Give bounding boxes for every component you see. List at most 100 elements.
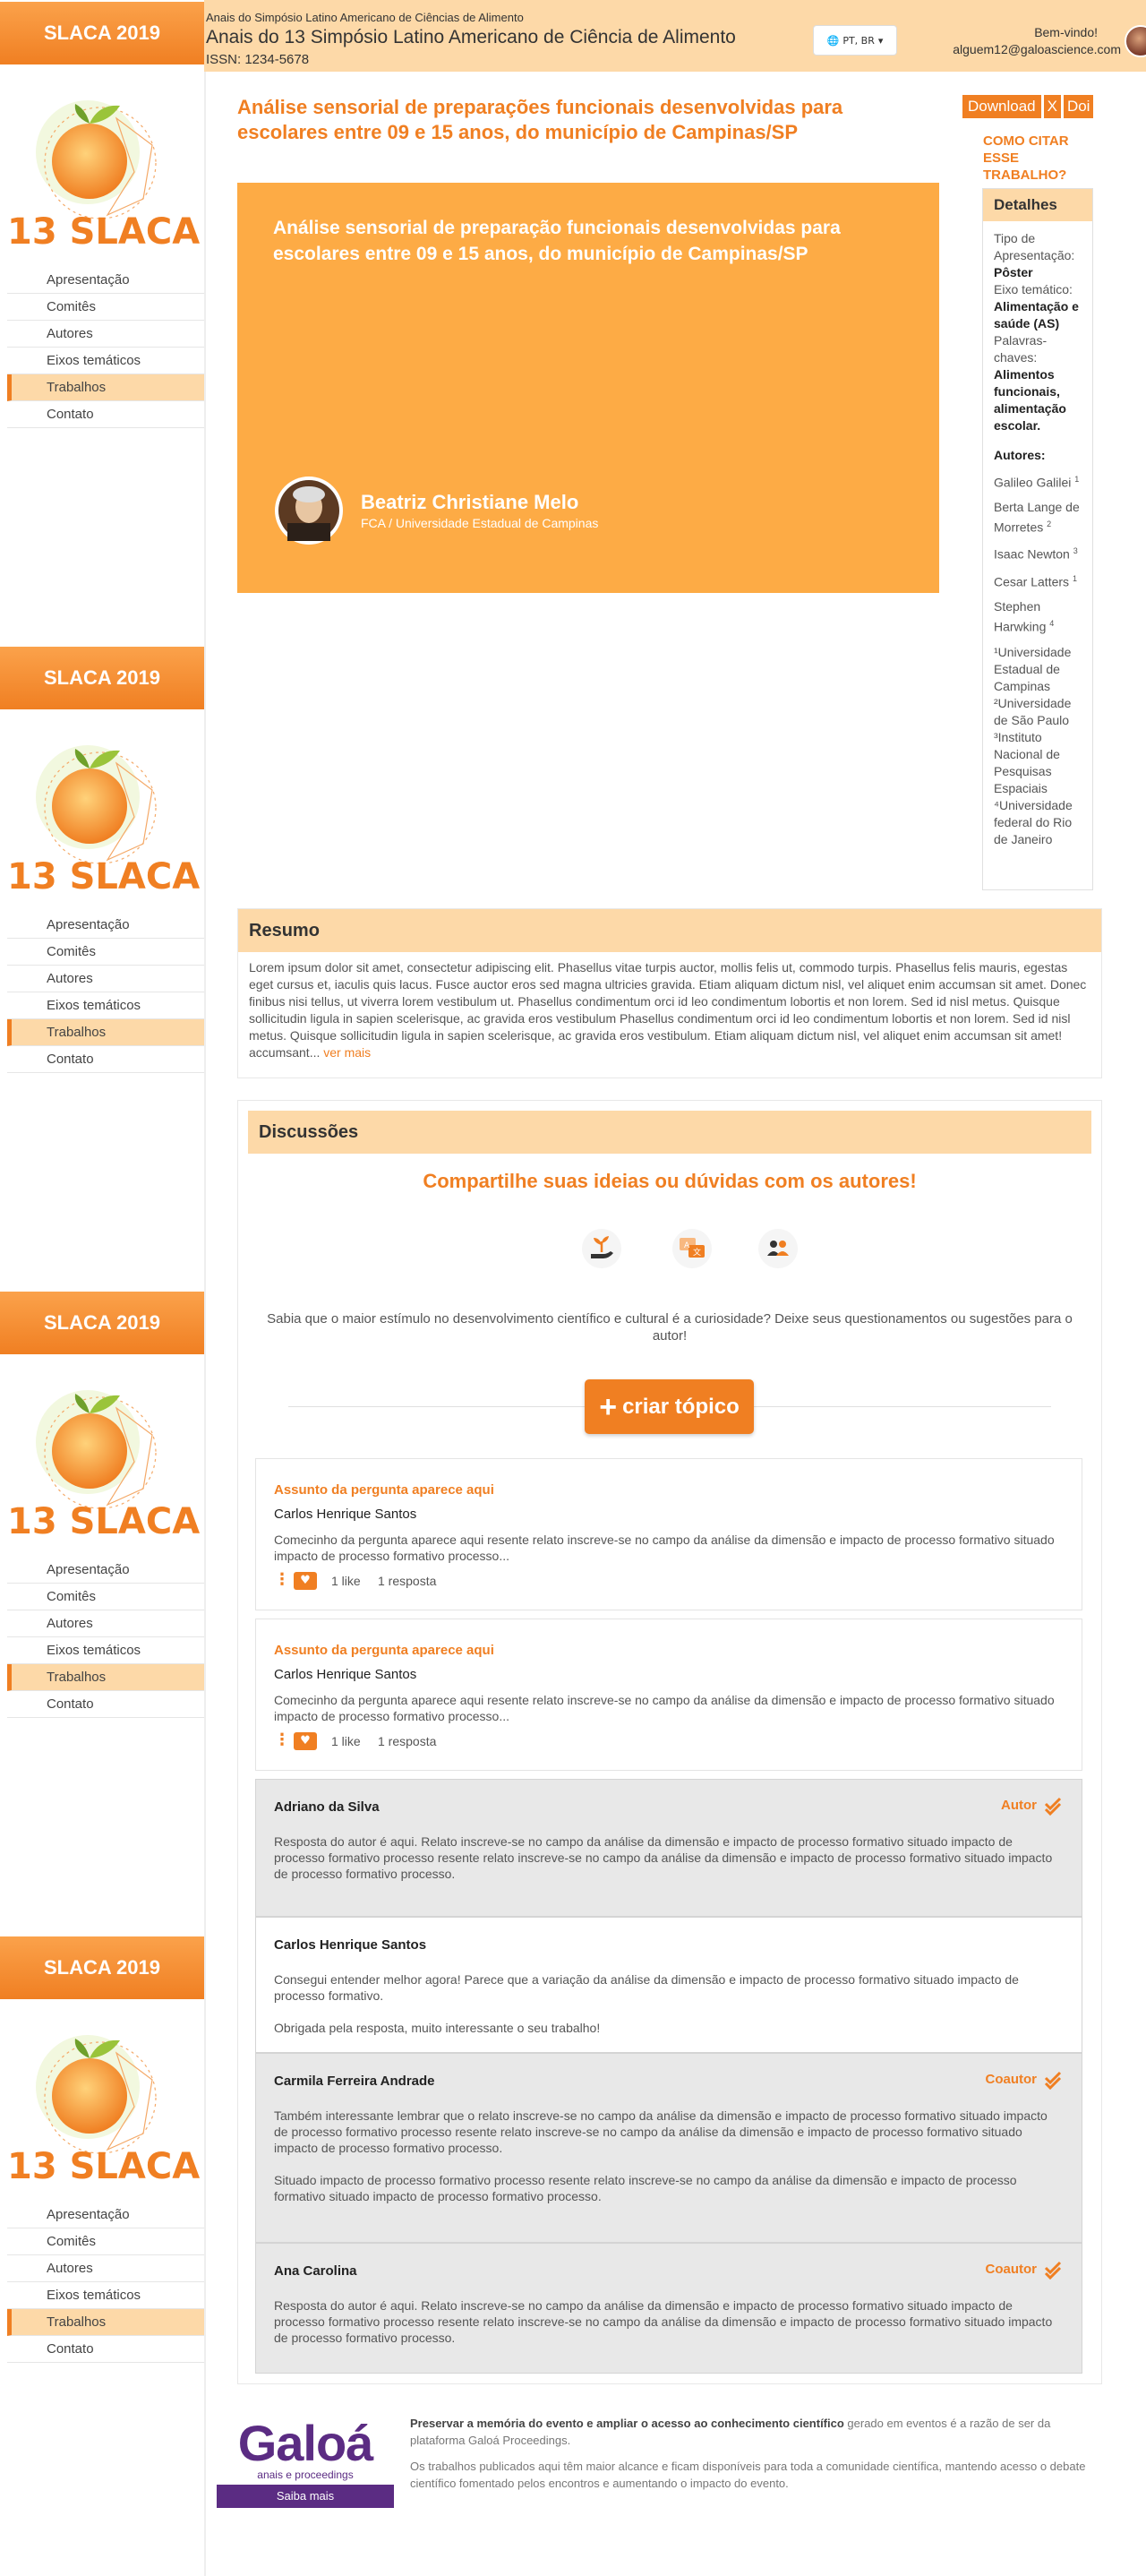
- question-subject[interactable]: Assunto da pergunta aparece aqui: [274, 1482, 494, 1498]
- answer-role: Coautor: [985, 2072, 1038, 2087]
- more-options-icon[interactable]: ⋮: [274, 1572, 290, 1588]
- answer-role: Autor: [1001, 1798, 1037, 1813]
- sidebar-item[interactable]: Autores: [7, 1610, 204, 1637]
- author-item[interactable]: Cesar Latters 1: [994, 571, 1082, 591]
- sidebar-banner: SLACA 2019: [0, 647, 204, 709]
- sidebar-item[interactable]: Eixos temáticos: [7, 1637, 204, 1664]
- paper-card: Análise sensorial de preparação funciona…: [237, 183, 939, 593]
- sidebar-item[interactable]: Contato: [7, 2336, 204, 2363]
- question-author: Carlos Henrique Santos: [274, 1667, 417, 1682]
- abstract-title: Resumo: [238, 909, 1101, 952]
- author-item[interactable]: Isaac Newton 3: [994, 543, 1082, 563]
- sidebar-item[interactable]: Contato: [7, 1691, 204, 1718]
- author-item[interactable]: Berta Lange de Morretes 2: [994, 499, 1082, 537]
- sidebar-item[interactable]: Apresentação: [7, 2202, 204, 2228]
- slaca-logo: 13 SLACA: [0, 64, 204, 262]
- author-name-text: Berta Lange de Morretes: [994, 499, 1080, 535]
- sidebar-item[interactable]: Trabalhos: [7, 374, 204, 401]
- abstract-text: Lorem ipsum dolor sit amet, consectetur …: [249, 960, 1087, 1060]
- sidebar-item[interactable]: Trabalhos: [7, 1019, 204, 1046]
- question-subject[interactable]: Assunto da pergunta aparece aqui: [274, 1643, 494, 1658]
- sidebar-nav: Apresentação Comitês Autores Eixos temático…: [0, 912, 204, 1073]
- sidebar-item[interactable]: Apresentação: [7, 267, 204, 294]
- author-sup: 3: [1073, 546, 1078, 556]
- like-heart-icon[interactable]: ♥: [294, 1732, 317, 1750]
- author-item[interactable]: Stephen Harwking 4: [994, 598, 1082, 636]
- plus-icon: +: [599, 1389, 618, 1424]
- sidebar-item[interactable]: Comitês: [7, 2228, 204, 2255]
- question-card[interactable]: Assunto da pergunta aparece aqui Carlos …: [255, 1619, 1082, 1771]
- footer-text-2: Os trabalhos publicados aqui têm maior a…: [410, 2460, 1086, 2490]
- download-button[interactable]: Download: [962, 95, 1041, 118]
- answer-paragraph: Resposta do autor é aqui. Relato inscrev…: [274, 1834, 1053, 1881]
- sidebar-item[interactable]: Eixos temáticos: [7, 348, 204, 374]
- answer-role: Coautor: [985, 2262, 1038, 2277]
- sidebar-item[interactable]: Comitês: [7, 294, 204, 321]
- question-card[interactable]: Assunto da pergunta aparece aqui Carlos …: [255, 1458, 1082, 1610]
- reply-count[interactable]: 1 resposta: [378, 1734, 436, 1748]
- author-sup: 2: [1047, 519, 1052, 528]
- answer-paragraph: Resposta do autor é aqui. Relato inscrev…: [274, 2298, 1053, 2345]
- answer-paragraph: Também interessante lembrar que o relato…: [274, 2108, 1048, 2155]
- issn-text: ISSN: 1234-5678: [206, 52, 310, 67]
- x-button[interactable]: X: [1043, 95, 1061, 118]
- discussion-intro: Sabia que o maior estímulo no desenvolvi…: [267, 1311, 1073, 1344]
- language-selector[interactable]: 🌐 PT, BR ▾: [813, 25, 897, 56]
- slaca-logo: 13 SLACA: [0, 1354, 204, 1551]
- cite-link[interactable]: COMO CITAR ESSE TRABALHO?: [983, 133, 1082, 184]
- answer-paragraph: Situado impacto de processo formativo pr…: [274, 2173, 1017, 2203]
- sidebar-item[interactable]: Autores: [7, 2255, 204, 2282]
- keywords-value: Alimentos funcionais, alimentação escola…: [994, 367, 1066, 433]
- sidebar-item[interactable]: Eixos temáticos: [7, 992, 204, 1019]
- more-options-icon[interactable]: ⋮: [274, 1732, 290, 1748]
- answer-author: Carlos Henrique Santos: [274, 1937, 427, 1953]
- affiliation-item: ³Instituto Nacional de Pesquisas Espacia…: [994, 730, 1060, 796]
- sidebar: SLACA 2019 13 SLACA Apresentação Comitês A…: [0, 2, 204, 428]
- answer-author: Carmila Ferreira Andrade: [274, 2074, 435, 2089]
- sidebar-item[interactable]: Comitês: [7, 939, 204, 966]
- sidebar-item[interactable]: Eixos temáticos: [7, 2282, 204, 2309]
- affiliation-item: ¹Universidade Estadual de Campinas: [994, 645, 1072, 694]
- like-count: 1 like: [331, 1734, 361, 1748]
- answer-paragraph: Consegui entender melhor agora! Parece q…: [274, 1972, 1019, 2003]
- answer-card: Ana Carolina Coautor Resposta do autor é…: [255, 2243, 1082, 2374]
- user-avatar[interactable]: [1125, 25, 1146, 57]
- translate-chat-icon: A文: [672, 1229, 712, 1268]
- author-sup: 1: [1072, 573, 1077, 583]
- presentation-type-value: Pôster: [994, 265, 1033, 279]
- reply-count[interactable]: 1 resposta: [378, 1574, 436, 1588]
- author-avatar: [275, 477, 343, 545]
- sidebar-item[interactable]: Apresentação: [7, 912, 204, 939]
- sidebar-item[interactable]: Contato: [7, 401, 204, 428]
- sidebar-item[interactable]: Autores: [7, 966, 204, 992]
- learn-more-button[interactable]: Saiba mais: [217, 2485, 394, 2508]
- sidebar-item[interactable]: Autores: [7, 321, 204, 348]
- sidebar-item[interactable]: Comitês: [7, 1584, 204, 1610]
- question-text: Comecinho da pergunta aparece aqui resen…: [274, 1693, 1055, 1723]
- like-heart-icon[interactable]: ♥: [294, 1572, 317, 1590]
- author-name: Beatriz Christiane Melo: [361, 491, 579, 513]
- author-item[interactable]: Galileo Galilei 1: [994, 471, 1082, 492]
- discussion-title: Discussões: [248, 1111, 1091, 1154]
- read-more-link[interactable]: ver mais: [323, 1045, 371, 1060]
- details-title: Detalhes: [983, 189, 1092, 221]
- galoa-subtitle: anais e proceedings: [257, 2469, 354, 2481]
- affiliations-list: ¹Universidade Estadual de Campinas ²Unive…: [994, 644, 1082, 848]
- user-email[interactable]: alguem12@galoascience.com: [953, 42, 1121, 56]
- checkmark-icon: [1044, 2070, 1064, 2093]
- doi-button[interactable]: Doi: [1063, 95, 1094, 118]
- sidebar-divider: [204, 0, 206, 2576]
- create-topic-button[interactable]: + criar tópico: [585, 1379, 754, 1434]
- sidebar-item[interactable]: Trabalhos: [7, 1664, 204, 1691]
- sidebar-item[interactable]: Contato: [7, 1046, 204, 1073]
- action-buttons: Download X Doi: [962, 95, 1094, 118]
- question-text: Comecinho da pergunta aparece aqui resen…: [274, 1533, 1055, 1563]
- sidebar: SLACA 2019 13 SLACA Apresentação Comitês A…: [0, 1936, 204, 2363]
- author-name-text: Isaac Newton: [994, 546, 1070, 562]
- sidebar-item[interactable]: Trabalhos: [7, 2309, 204, 2336]
- sidebar-item[interactable]: Apresentação: [7, 1557, 204, 1584]
- header-subtitle: Anais do Simpósio Latino Americano de Ci…: [206, 11, 524, 24]
- logo-text: 13 SLACA: [7, 211, 200, 253]
- sidebar-nav: Apresentação Comitês Autores Eixos temático…: [0, 1557, 204, 1718]
- slaca-logo: 13 SLACA: [0, 709, 204, 906]
